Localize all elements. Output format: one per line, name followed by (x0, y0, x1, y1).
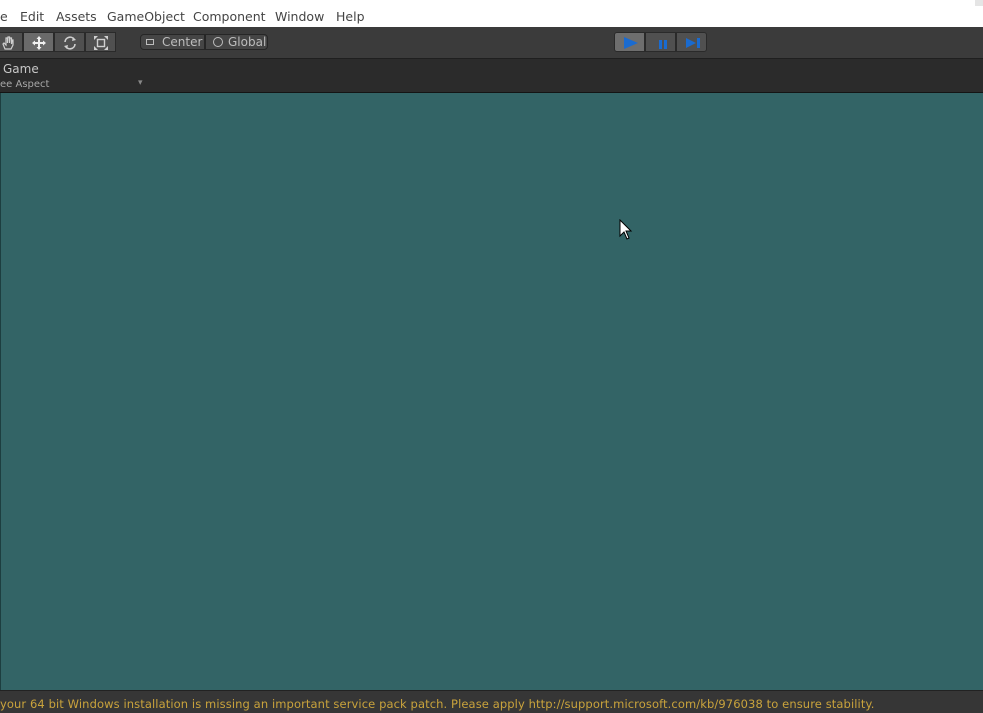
pivot-mode-label: Center (162, 35, 203, 49)
status-warning-message: your 64 bit Windows installation is miss… (0, 697, 875, 711)
menu-edit[interactable]: Edit (20, 9, 44, 24)
pause-button[interactable] (645, 32, 676, 52)
menu-window[interactable]: Window (275, 9, 324, 24)
scale-tool-button[interactable] (85, 32, 116, 52)
pivot-mode-toggle[interactable]: Center (140, 34, 205, 50)
status-bar[interactable]: your 64 bit Windows installation is miss… (0, 690, 983, 713)
game-viewport[interactable] (0, 93, 983, 690)
menu-assets[interactable]: Assets (56, 9, 97, 24)
mouse-pointer-icon (619, 218, 633, 245)
play-button[interactable] (614, 32, 645, 52)
aspect-dropdown-arrow-icon[interactable]: ▾ (138, 78, 143, 88)
tab-game[interactable]: Game (3, 62, 39, 76)
pivot-rotation-label: Global (228, 35, 267, 49)
step-button[interactable] (676, 32, 707, 52)
pivot-rotation-toggle[interactable]: Global (205, 34, 268, 50)
rotate-tool-button[interactable] (54, 32, 85, 52)
move-tool-button[interactable] (23, 32, 54, 52)
pivot-icon (146, 39, 154, 45)
menu-bar: e Edit Assets GameObject Component Windo… (0, 6, 983, 28)
menu-help[interactable]: Help (336, 9, 365, 24)
menu-component[interactable]: Component (193, 9, 266, 24)
main-toolbar: Center Global (0, 27, 983, 59)
hand-tool-button[interactable] (0, 32, 23, 52)
menu-gameobject[interactable]: GameObject (107, 9, 185, 24)
global-icon (213, 37, 223, 47)
aspect-dropdown[interactable]: ee Aspect (0, 79, 49, 90)
game-view-header: Game ee Aspect ▾ (0, 59, 983, 93)
menu-file[interactable]: e (0, 9, 8, 24)
